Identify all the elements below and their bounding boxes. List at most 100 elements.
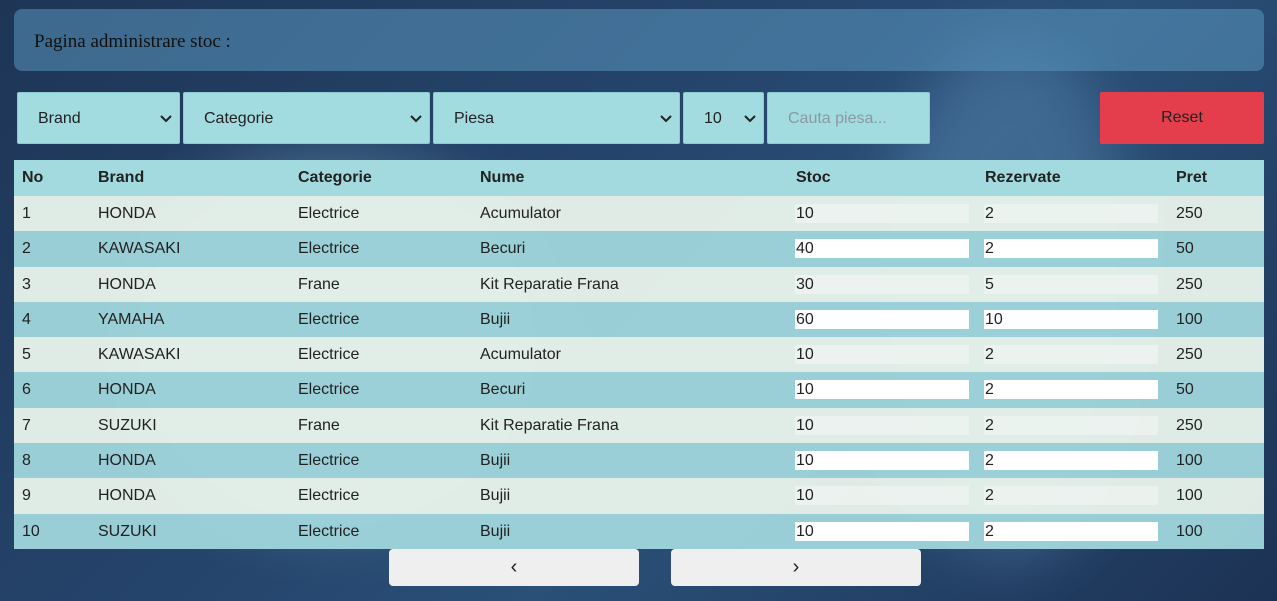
reset-button[interactable]: Reset (1100, 92, 1264, 144)
cell-brand: HONDA (98, 275, 156, 293)
cell-brand: HONDA (98, 205, 156, 222)
cell-pret: 250 (1176, 346, 1203, 364)
cell-no: 1 (22, 205, 31, 222)
column-header-rezervate: Rezervate (985, 169, 1061, 186)
cell-nume: Bujii (480, 487, 511, 505)
cell-brand: HONDA (98, 452, 156, 470)
cell-no: 3 (22, 275, 31, 293)
rezervate-input[interactable]: 5 (984, 274, 1158, 294)
rezervate-input[interactable]: 2 (984, 451, 1158, 471)
rezervate-input[interactable]: 2 (984, 521, 1158, 541)
cell-pret: 50 (1176, 381, 1194, 399)
cell-pret: 50 (1176, 240, 1194, 258)
stoc-input[interactable]: 10 (795, 486, 969, 506)
search-input[interactable]: Cauta piesa... (767, 92, 930, 144)
cell-categorie: Electrice (298, 240, 360, 258)
cell-no: 10 (22, 522, 40, 540)
table-row: 4 YAMAHA Electrice Bujii 100 60 10 (14, 301, 1264, 338)
cell-brand: SUZUKI (98, 522, 157, 540)
chevron-down-icon (744, 115, 756, 123)
table-row: 6 HONDA Electrice Becuri 50 10 2 (14, 372, 1264, 408)
cell-categorie: Electrice (298, 487, 360, 505)
stoc-input[interactable]: 10 (795, 204, 969, 223)
table-row: 3 HONDA Frane Kit Reparatie Frana 250 30 5 (14, 266, 1264, 302)
page-header: Pagina administrare stoc : (14, 9, 1264, 71)
chevron-down-icon (160, 115, 172, 123)
cell-pret: 100 (1176, 310, 1203, 328)
chevron-down-icon (660, 115, 672, 123)
categorie-select[interactable]: Categorie (183, 92, 430, 144)
stoc-input[interactable]: 10 (795, 415, 969, 435)
chevron-down-icon (410, 115, 422, 123)
cell-no: 8 (22, 452, 31, 470)
stoc-input[interactable]: 10 (795, 451, 969, 471)
rezervate-input[interactable]: 2 (984, 204, 1158, 223)
cell-pret: 250 (1176, 205, 1203, 222)
cell-no: 9 (22, 487, 31, 505)
page-title: Pagina administrare stoc : (34, 31, 231, 52)
rezervate-input[interactable]: 2 (984, 345, 1158, 365)
next-page-button[interactable]: › (671, 549, 921, 586)
categorie-select-value: Categorie (204, 110, 274, 127)
column-header-no: No (22, 169, 44, 186)
cell-pret: 100 (1176, 522, 1203, 540)
cell-categorie: Frane (298, 416, 340, 434)
stock-table: No Brand Categorie Nume Stoc Rezervate P… (14, 160, 1264, 549)
stoc-input[interactable]: 60 (795, 309, 969, 329)
per-page-select[interactable]: 10 (683, 92, 764, 144)
cell-pret: 250 (1176, 416, 1203, 434)
cell-categorie: Electrice (298, 381, 360, 399)
brand-select-value: Brand (38, 110, 81, 127)
cell-nume: Bujii (480, 452, 511, 470)
cell-no: 6 (22, 381, 31, 399)
cell-brand: YAMAHA (98, 310, 165, 328)
brand-select[interactable]: Brand (17, 92, 180, 144)
stoc-input[interactable]: 30 (795, 274, 969, 294)
cell-brand: SUZUKI (98, 416, 157, 434)
column-header-nume: Nume (480, 169, 525, 186)
table-row: 5 KAWASAKI Electrice Acumulator 250 10 2 (14, 337, 1264, 373)
cell-nume: Bujii (480, 310, 511, 328)
cell-no: 4 (22, 310, 31, 328)
stoc-input[interactable]: 10 (795, 380, 969, 400)
cell-no: 7 (22, 416, 31, 434)
cell-nume: Becuri (480, 381, 526, 399)
cell-brand: KAWASAKI (98, 240, 181, 258)
cell-brand: KAWASAKI (98, 346, 181, 364)
cell-no: 5 (22, 346, 31, 364)
column-header-categorie: Categorie (298, 169, 372, 186)
cell-categorie: Frane (298, 275, 340, 293)
table-row: 9 HONDA Electrice Bujii 100 10 2 (14, 478, 1264, 514)
cell-pret: 250 (1176, 275, 1203, 293)
cell-nume: Kit Reparatie Frana (480, 416, 619, 434)
cell-categorie: Electrice (298, 205, 360, 222)
cell-nume: Becuri (480, 240, 526, 258)
cell-categorie: Electrice (298, 452, 360, 470)
cell-brand: HONDA (98, 381, 156, 399)
table-row: 2 KAWASAKI Electrice Becuri 50 40 2 (14, 231, 1264, 267)
cell-categorie: Electrice (298, 346, 360, 364)
cell-nume: Kit Reparatie Frana (480, 275, 619, 293)
cell-no: 2 (22, 240, 31, 258)
column-header-brand: Brand (98, 169, 145, 186)
cell-pret: 100 (1176, 487, 1203, 505)
rezervate-input[interactable]: 2 (984, 380, 1158, 400)
piesa-select-value: Piesa (454, 110, 495, 127)
cell-categorie: Electrice (298, 310, 360, 328)
table-row: 1 HONDA Electrice Acumulator 250 10 2 (14, 196, 1264, 232)
prev-page-button[interactable]: ‹ (389, 549, 639, 586)
rezervate-input[interactable]: 2 (984, 415, 1158, 435)
rezervate-input[interactable]: 2 (984, 239, 1158, 259)
table-row: 8 HONDA Electrice Bujii 100 10 2 (14, 443, 1264, 479)
cell-pret: 100 (1176, 452, 1203, 470)
cell-nume: Acumulator (480, 346, 561, 364)
table-body: 1 HONDA Electrice Acumulator 250 10 2 2 KAWASAKI… (14, 196, 1264, 549)
cell-nume: Acumulator (480, 205, 561, 222)
stoc-input[interactable]: 10 (795, 521, 969, 541)
rezervate-input[interactable]: 10 (984, 309, 1158, 329)
stoc-input[interactable]: 10 (795, 345, 969, 365)
piesa-select[interactable]: Piesa (433, 92, 680, 144)
rezervate-input[interactable]: 2 (984, 486, 1158, 506)
stoc-input[interactable]: 40 (795, 239, 969, 259)
per-page-select-value: 10 (704, 110, 722, 127)
